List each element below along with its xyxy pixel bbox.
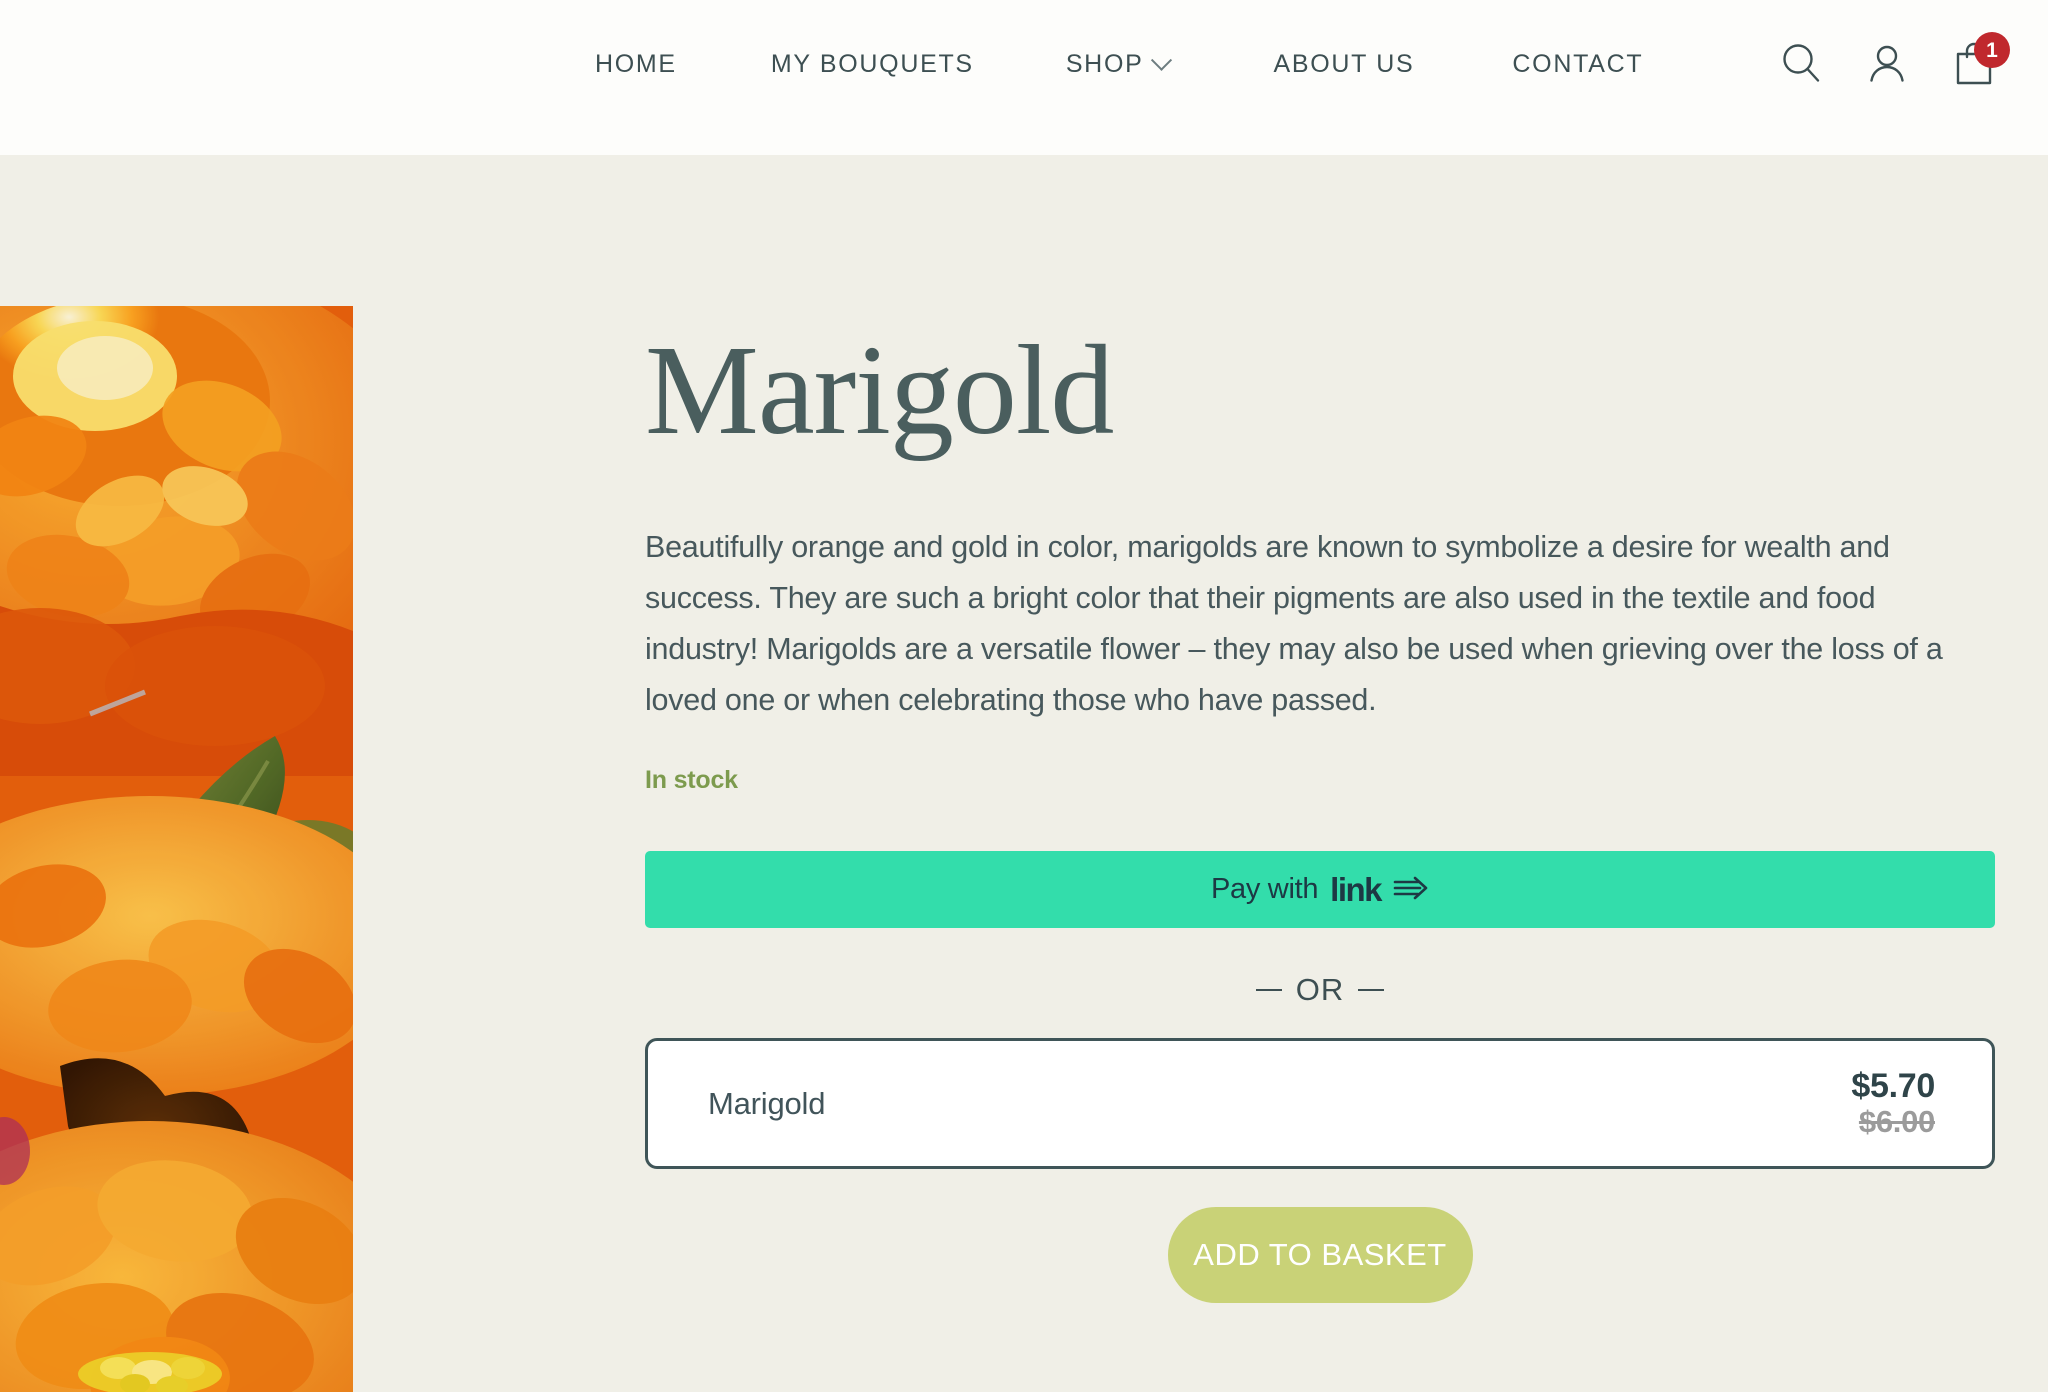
product-details-panel: Marigold Beautifully orange and gold in … <box>645 306 1995 1303</box>
or-divider: OR <box>645 972 1995 1008</box>
price-column: $5.70 $6.00 <box>1851 1067 1935 1140</box>
product-price-row[interactable]: Marigold $5.70 $6.00 <box>645 1038 1995 1169</box>
link-brand-logo: link <box>1330 870 1382 908</box>
product-image[interactable] <box>0 306 353 1392</box>
chevron-down-icon <box>1151 49 1173 71</box>
shopping-bag-icon[interactable]: 1 <box>1952 32 2010 91</box>
nav-item-about-us[interactable]: ABOUT US <box>1273 50 1414 79</box>
nav-label-home: HOME <box>595 50 677 78</box>
current-price: $5.70 <box>1851 1067 1935 1106</box>
user-account-icon[interactable] <box>1866 42 1908 89</box>
add-to-basket-wrapper: ADD TO BASKET <box>645 1207 1995 1303</box>
main-navigation: HOME MY BOUQUETS SHOP ABOUT US CONTACT <box>595 49 1643 79</box>
divider-dash-left <box>1255 989 1282 991</box>
divider-dash-right <box>1358 989 1385 991</box>
nav-item-home[interactable]: HOME <box>595 50 677 79</box>
nav-label-shop: SHOP <box>1065 50 1144 78</box>
nav-label-contact: CONTACT <box>1512 50 1644 78</box>
pay-with-link-button[interactable]: Pay with link <box>645 851 1995 928</box>
pay-with-link-prefix: Pay with <box>1210 873 1319 905</box>
header-icon-group: 1 <box>1780 32 2010 91</box>
status-badge-in-stock: In stock <box>645 766 738 794</box>
original-price: $6.00 <box>1858 1104 1935 1140</box>
nav-label-my-bouquets: MY BOUQUETS <box>770 50 974 78</box>
cart-count-badge: 1 <box>1974 32 2010 68</box>
nav-item-contact[interactable]: CONTACT <box>1512 50 1643 79</box>
add-to-basket-button[interactable]: ADD TO BASKET <box>1167 1207 1473 1303</box>
divider-label: OR <box>1295 972 1345 1007</box>
page-title: Marigold <box>645 319 1114 461</box>
triple-arrow-right-icon <box>1393 875 1429 904</box>
search-icon[interactable] <box>1780 42 1822 89</box>
site-header: HOME MY BOUQUETS SHOP ABOUT US CONTACT 1 <box>0 0 2048 155</box>
price-row-product-name: Marigold <box>708 1085 826 1121</box>
product-description: Beautifully orange and gold in color, ma… <box>645 530 1943 717</box>
nav-item-shop[interactable]: SHOP <box>1065 49 1173 79</box>
nav-label-about-us: ABOUT US <box>1273 50 1415 78</box>
nav-item-my-bouquets[interactable]: MY BOUQUETS <box>771 50 974 79</box>
